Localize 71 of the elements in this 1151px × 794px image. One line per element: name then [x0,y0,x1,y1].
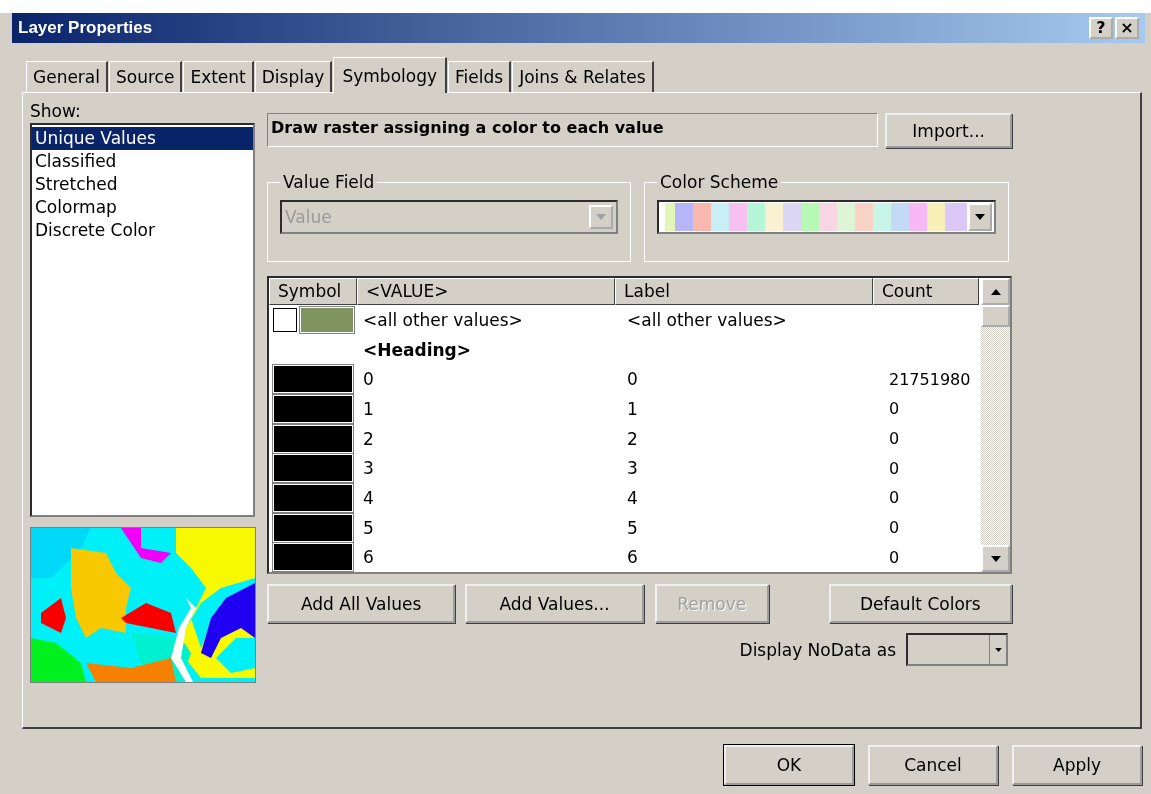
tab[interactable]: Extent [183,61,254,92]
close-button[interactable]: × [1115,17,1139,39]
table-cell-text: 0 [888,399,901,419]
table-cell-text: 3 [362,458,375,479]
table-cell-text: 0 [888,458,901,478]
tab[interactable]: Source [109,61,183,92]
tab[interactable]: Fields [448,61,512,92]
table-cell-text: 6 [626,547,639,568]
window-title: Layer Properties [18,18,153,38]
symbol-swatch[interactable] [273,543,353,572]
list-item[interactable]: Colormap [32,196,253,219]
tab[interactable]: Joins & Relates [512,61,654,92]
color-scheme-dropdown[interactable] [657,200,996,234]
dialog-button[interactable]: Cancel [868,745,998,785]
list-item[interactable]: Stretched [32,173,253,196]
table-cell-text: <Heading> [362,339,472,360]
description-text: Draw raster assigning a color to each value [267,113,879,147]
table-cell-text: 2 [626,428,639,449]
table-cell-text: 4 [626,487,639,508]
table-cell-text: 0 [888,429,901,449]
action-button[interactable]: Default Colors [828,584,1012,623]
group-title: Color Scheme [659,172,780,192]
column-header[interactable]: Label [615,278,873,305]
tab[interactable]: Symbology [333,57,448,93]
symbol-swatch[interactable] [273,454,353,483]
action-button[interactable]: Add All Values [267,584,456,623]
table-cell-text: <all other values> [362,309,524,330]
dialog-button[interactable]: OK [724,745,854,785]
symbol-swatch[interactable] [300,306,354,333]
dialog-button[interactable]: Apply [1012,745,1142,785]
column-header[interactable]: <VALUE> [357,278,615,305]
table-cell-text: 0 [626,369,639,390]
vertical-scrollbar[interactable] [981,278,1010,572]
symbol-swatch[interactable] [273,513,353,542]
group-title: Value Field [282,172,376,192]
table-cell-text: 0 [888,518,901,538]
table-cell-text: 1 [362,398,375,419]
list-item[interactable]: Unique Values [32,127,253,150]
list-item[interactable]: Classified [32,150,253,173]
show-label: Show: [30,101,82,121]
symbol-swatch[interactable] [273,424,353,453]
table-cell-text: 0 [362,369,375,390]
tab[interactable]: Display [254,61,333,92]
dropdown-arrow-icon [994,647,1002,652]
symbol-swatch[interactable] [273,483,353,512]
table-cell-text: <all other values> [626,309,788,330]
nodata-label: Display NoData as [739,639,896,660]
table-cell-text: 21751980 [888,369,972,389]
table-cell-text: 4 [362,487,375,508]
tab[interactable]: General [26,61,108,92]
table-cell-text: 5 [626,517,639,538]
table-cell-text: 0 [888,547,901,567]
table-cell-text: 0 [888,488,901,508]
scroll-thumb[interactable] [981,305,1010,327]
symbol-swatch[interactable] [273,365,353,394]
symbol-swatch[interactable] [273,394,353,423]
action-button[interactable]: Add Values... [465,584,644,623]
table-cell-text: 2 [362,428,375,449]
column-header[interactable]: Symbol [269,278,357,305]
list-item[interactable]: Discrete Color [32,219,253,242]
table-cell-text: 1 [626,398,639,419]
column-header[interactable]: Count [873,278,979,305]
scroll-down-icon [990,555,1001,562]
help-button[interactable]: ? [1089,17,1113,39]
table-cell-text: 3 [626,458,639,479]
scroll-up-icon [990,288,1001,295]
table-cell-text: 6 [362,547,375,568]
import-button[interactable]: Import... [885,113,1012,148]
checkbox[interactable] [273,307,297,332]
table-cell-text: 5 [362,517,375,538]
nodata-color-dropdown[interactable] [906,633,1008,666]
